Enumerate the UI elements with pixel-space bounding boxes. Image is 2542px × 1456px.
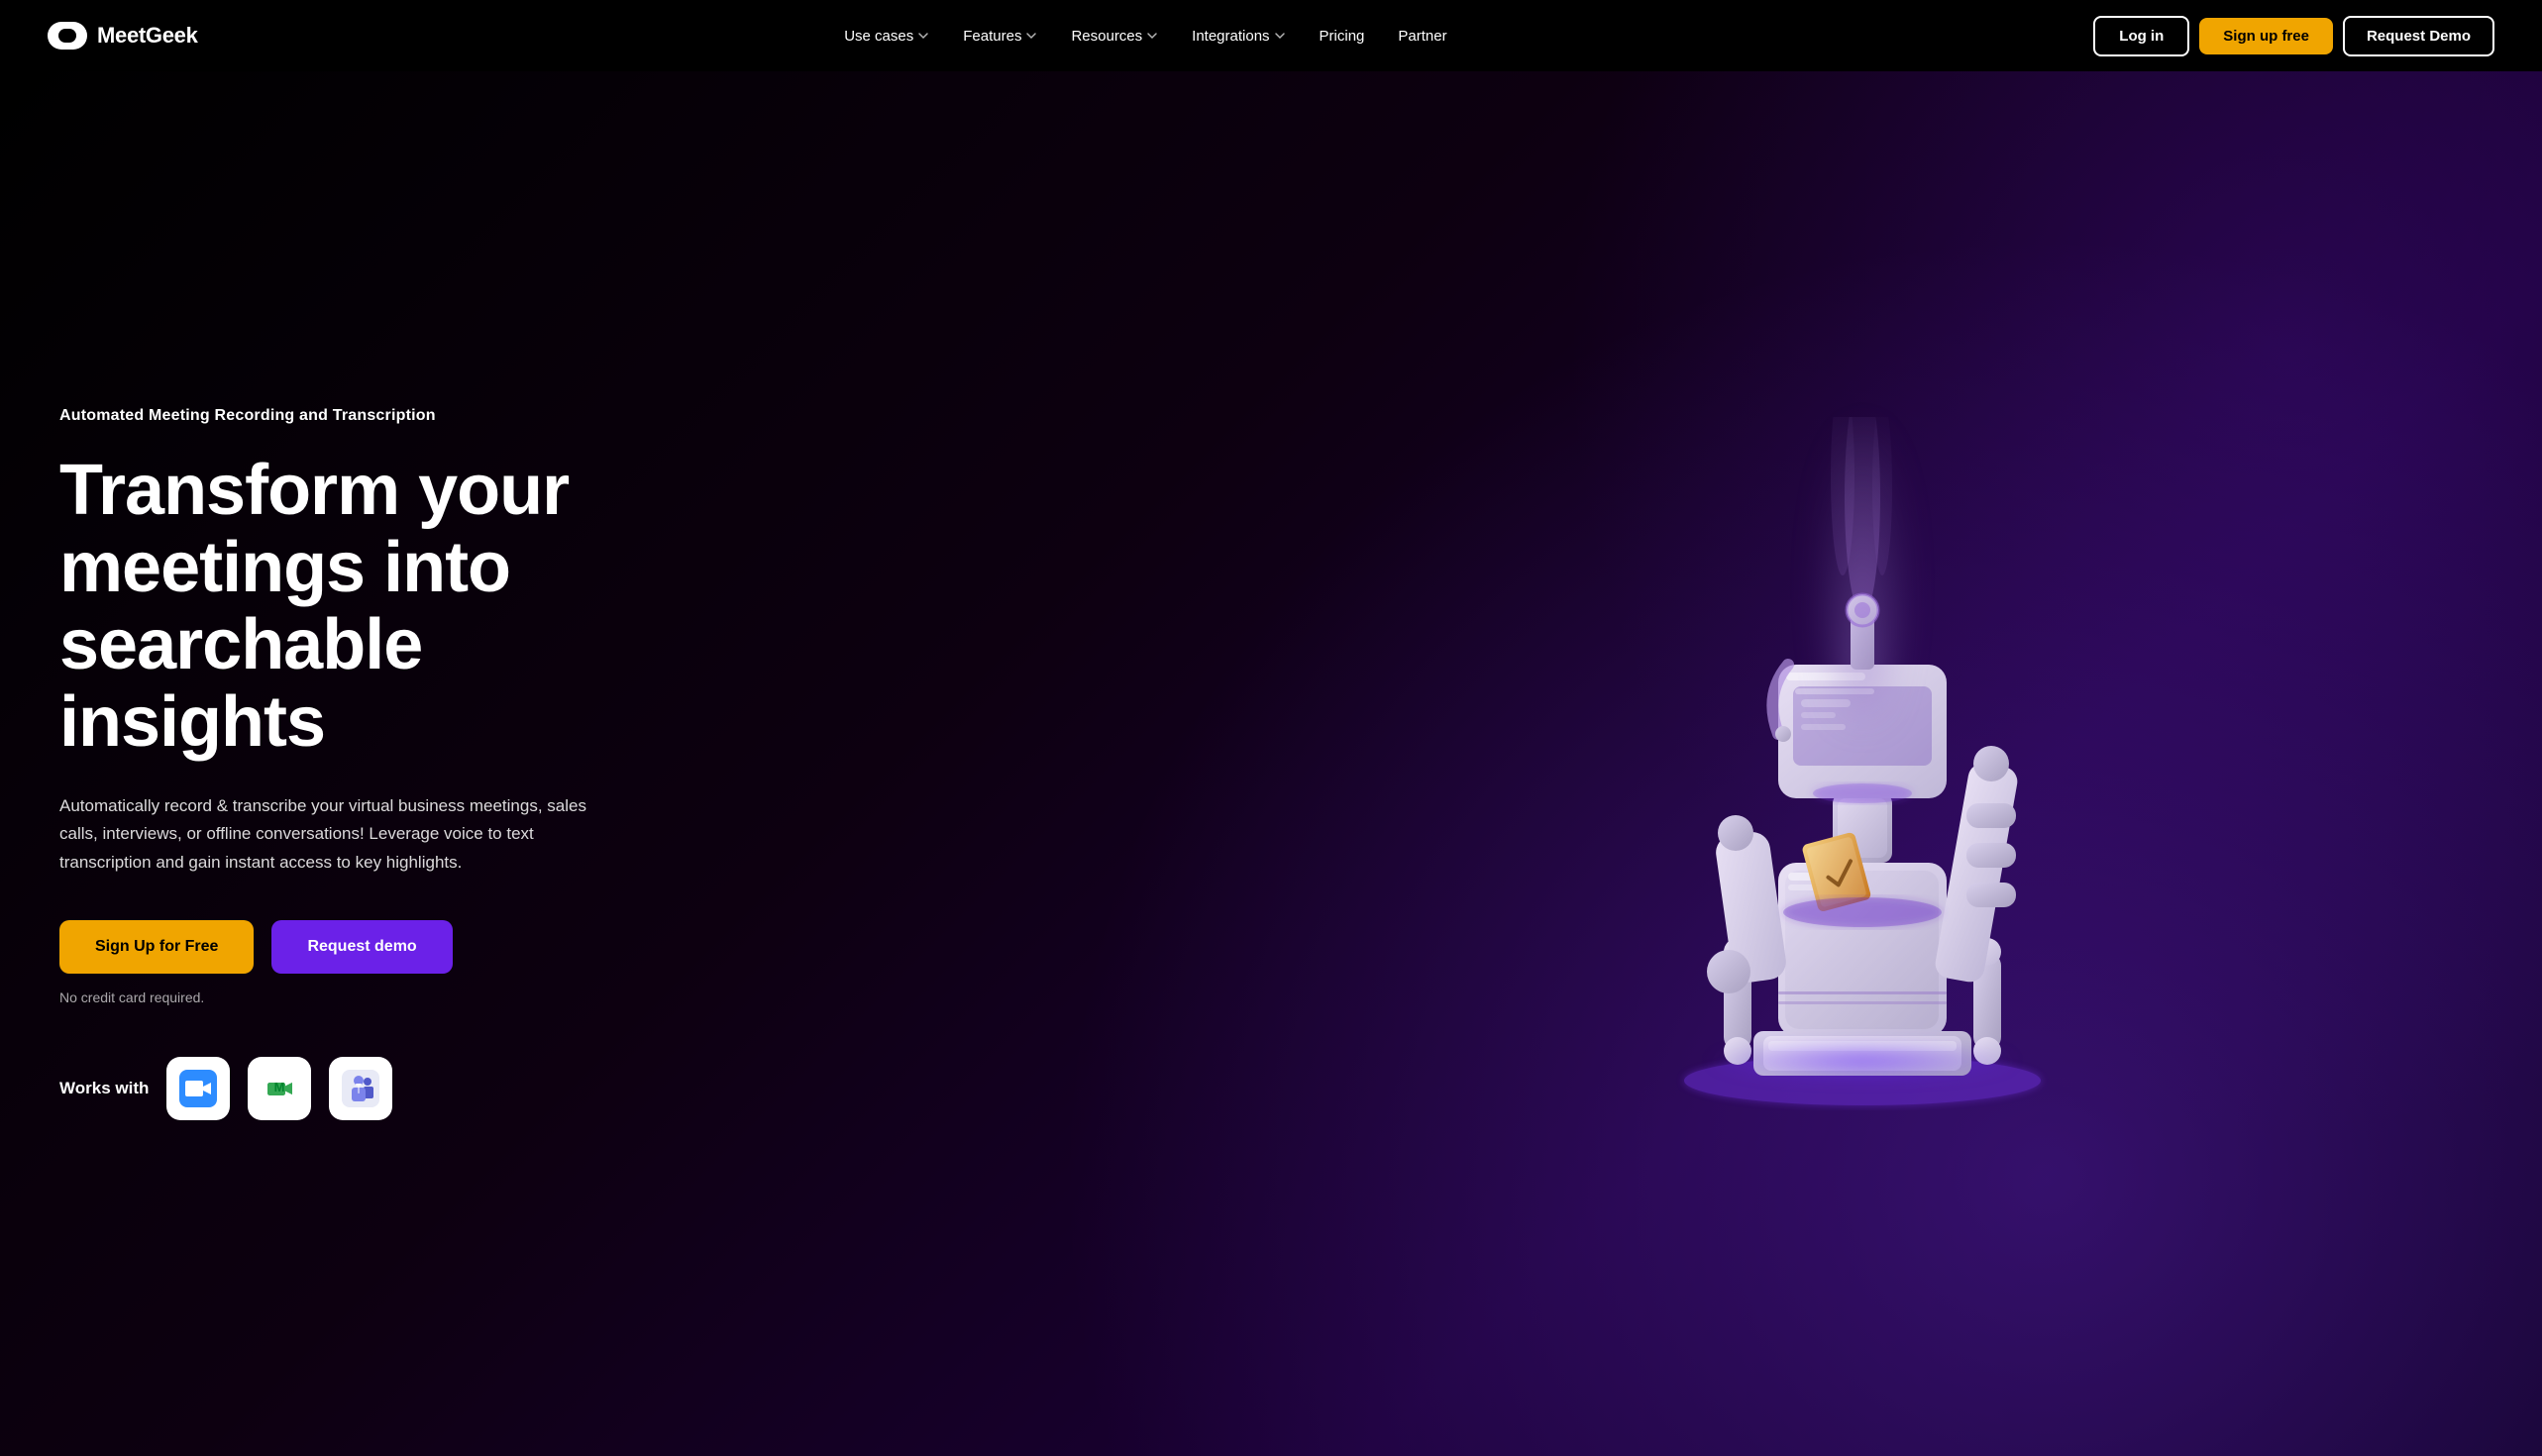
- nav-item-resources[interactable]: Resources: [1057, 20, 1172, 52]
- hero-subtitle: Automated Meeting Recording and Transcri…: [59, 407, 614, 425]
- hero-description: Automatically record & transcribe your v…: [59, 792, 614, 876]
- teams-integration-icon[interactable]: [329, 1057, 392, 1120]
- works-with: Works with: [59, 1057, 614, 1120]
- logo[interactable]: MeetGeek: [48, 22, 198, 50]
- works-with-label: Works with: [59, 1079, 149, 1098]
- login-button[interactable]: Log in: [2093, 16, 2189, 56]
- svg-text:M: M: [274, 1080, 285, 1094]
- chevron-down-icon: [917, 30, 929, 42]
- signup-free-button[interactable]: Sign up free: [2199, 18, 2333, 54]
- hero-buttons: Sign Up for Free Request demo: [59, 920, 614, 974]
- hero-title: Transform your meetings into searchable …: [59, 453, 614, 761]
- logo-icon: [48, 22, 87, 50]
- chevron-down-icon: [1274, 30, 1286, 42]
- hero-section: Automated Meeting Recording and Transcri…: [0, 71, 2542, 1456]
- zoom-integration-icon[interactable]: [166, 1057, 230, 1120]
- zoom-logo: [179, 1070, 217, 1107]
- hero-content: Automated Meeting Recording and Transcri…: [0, 348, 674, 1179]
- nav-item-features[interactable]: Features: [949, 20, 1051, 52]
- nav-links: Use cases Features Resources Integration…: [830, 20, 1460, 52]
- request-demo-nav-button[interactable]: Request Demo: [2343, 16, 2494, 56]
- nav-actions: Log in Sign up free Request Demo: [2093, 16, 2494, 56]
- hero-3d-robot: [1625, 417, 2100, 1110]
- hero-demo-button[interactable]: Request demo: [271, 920, 452, 974]
- hero-visual: [1164, 71, 2542, 1456]
- glow-ring: [1704, 1041, 2021, 1081]
- teams-logo: [342, 1070, 379, 1107]
- no-credit-card-text: No credit card required.: [59, 989, 614, 1005]
- nav-item-use-cases[interactable]: Use cases: [830, 20, 943, 52]
- nav-item-partner[interactable]: Partner: [1384, 20, 1460, 52]
- google-meet-integration-icon[interactable]: M: [248, 1057, 311, 1120]
- nav-item-pricing[interactable]: Pricing: [1306, 20, 1379, 52]
- brand-name: MeetGeek: [97, 23, 198, 49]
- google-meet-logo: M: [261, 1070, 298, 1107]
- smoke-effect: [1833, 417, 1892, 714]
- nav-item-integrations[interactable]: Integrations: [1178, 20, 1299, 52]
- hero-signup-button[interactable]: Sign Up for Free: [59, 920, 254, 974]
- chevron-down-icon: [1025, 30, 1037, 42]
- chevron-down-icon: [1146, 30, 1158, 42]
- navbar: MeetGeek Use cases Features Resources In…: [0, 0, 2542, 71]
